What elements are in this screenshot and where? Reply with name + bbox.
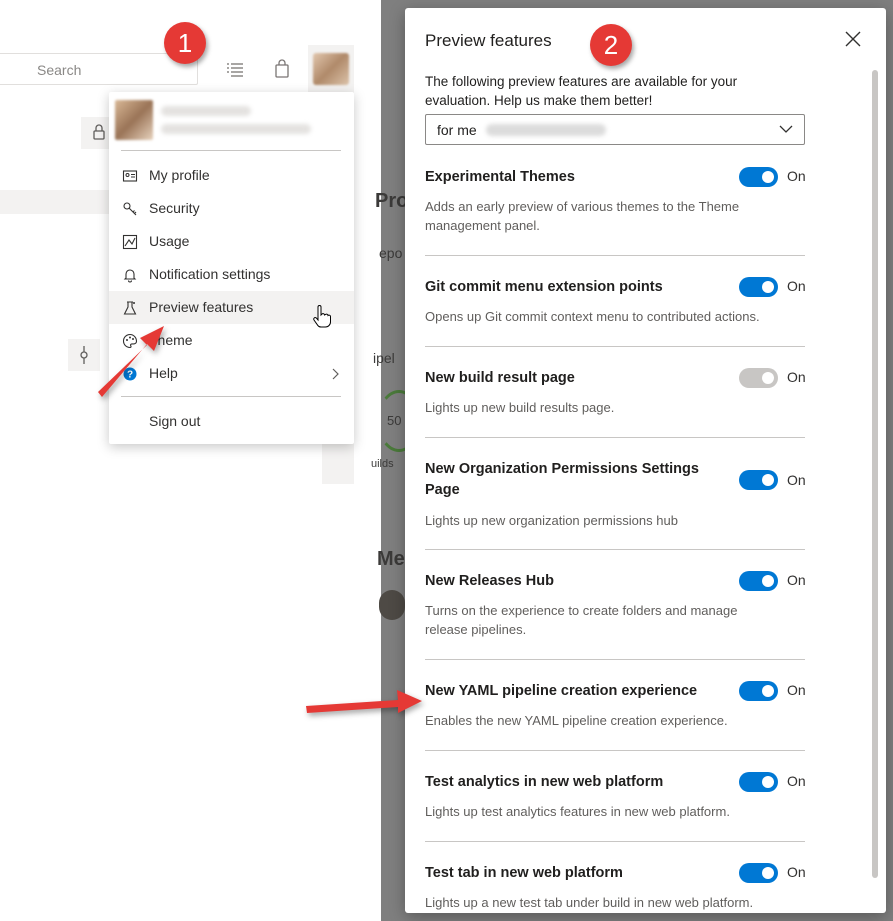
arrow-to-yaml-feature	[306, 690, 422, 713]
arrow-to-preview-features	[98, 326, 164, 397]
annotation-arrows	[98, 326, 422, 713]
